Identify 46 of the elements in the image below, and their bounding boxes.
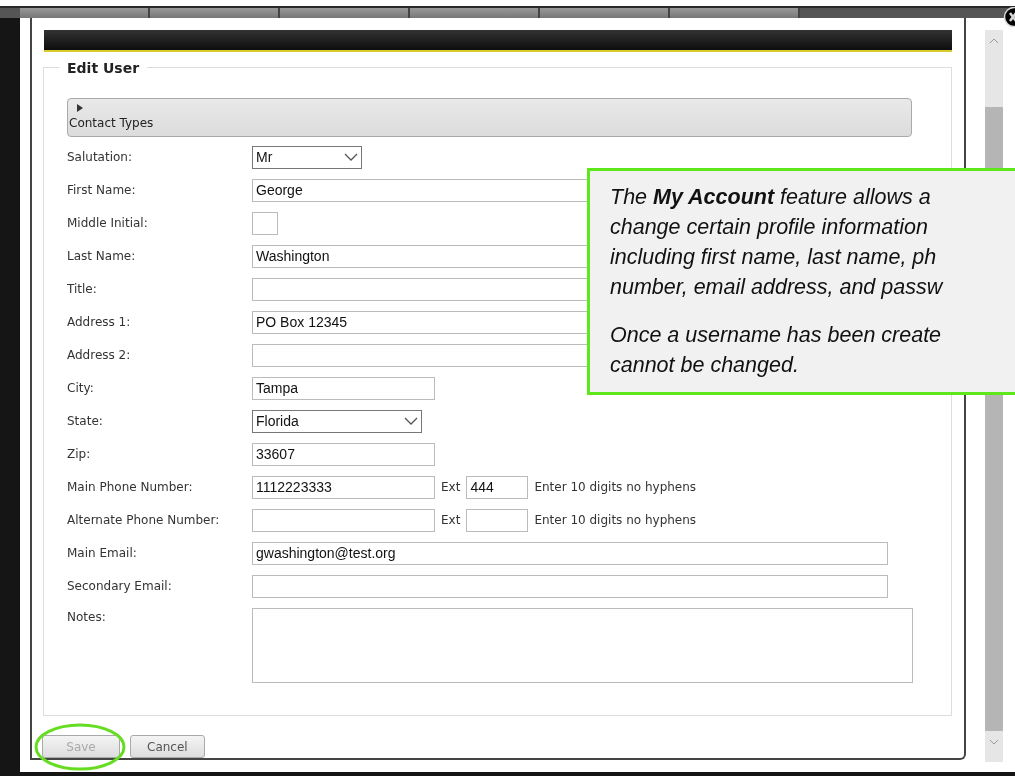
field-label: Address 2: [67, 348, 132, 363]
cancel-button[interactable]: Cancel [130, 735, 205, 758]
text-field[interactable]: 1112223333 [252, 475, 435, 499]
select-field[interactable]: Florida [252, 409, 422, 433]
field-label: State: [67, 414, 104, 429]
text-field[interactable] [252, 508, 435, 532]
select-field[interactable]: Mr [252, 145, 362, 169]
hint-text: Enter 10 digits no hyphens [534, 513, 697, 528]
ext-label: Ext [441, 480, 461, 495]
scroll-down-icon[interactable] [989, 739, 999, 745]
ext-field[interactable]: 444 [466, 475, 529, 499]
scroll-up-icon[interactable] [989, 38, 999, 44]
text-field[interactable]: gwashington@test.org [252, 541, 888, 565]
field-label: Main Phone Number: [67, 480, 194, 495]
tab[interactable] [670, 8, 800, 18]
close-icon[interactable] [1001, 7, 1015, 27]
text-field[interactable]: Tampa [252, 376, 435, 400]
field-label: Middle Initial: [67, 216, 149, 231]
caret-icon [77, 103, 83, 112]
contact-types-toggle[interactable]: Contact Types [67, 97, 912, 137]
tab[interactable] [410, 8, 540, 18]
chevron-icon [344, 153, 358, 162]
field-label: Last Name: [67, 249, 137, 264]
notes-field[interactable] [252, 607, 913, 683]
ext-label: Ext [441, 513, 461, 528]
field-label: Title: [67, 282, 98, 297]
ext-field[interactable] [466, 508, 529, 532]
chevron-icon [404, 417, 418, 426]
tab[interactable] [540, 8, 670, 18]
field-label: Notes: [67, 608, 107, 624]
field-label: City: [67, 381, 95, 396]
tab[interactable] [150, 8, 280, 18]
field-label: Address 1: [67, 315, 132, 330]
field-label: Salutation: [67, 150, 133, 165]
text-field[interactable]: 33607 [252, 442, 435, 466]
field-label: Zip: [67, 447, 92, 462]
tab[interactable] [280, 8, 410, 18]
text-field[interactable] [252, 574, 888, 598]
hint-text: Enter 10 digits no hyphens [534, 480, 697, 495]
form-legend: Edit User [59, 59, 148, 76]
field-label: Secondary Email: [67, 579, 173, 594]
field-label: Main Email: [67, 546, 138, 561]
field-label: First Name: [67, 183, 137, 198]
text-field[interactable] [252, 211, 278, 235]
field-label: Alternate Phone Number: [67, 513, 221, 528]
tab[interactable] [20, 8, 150, 18]
